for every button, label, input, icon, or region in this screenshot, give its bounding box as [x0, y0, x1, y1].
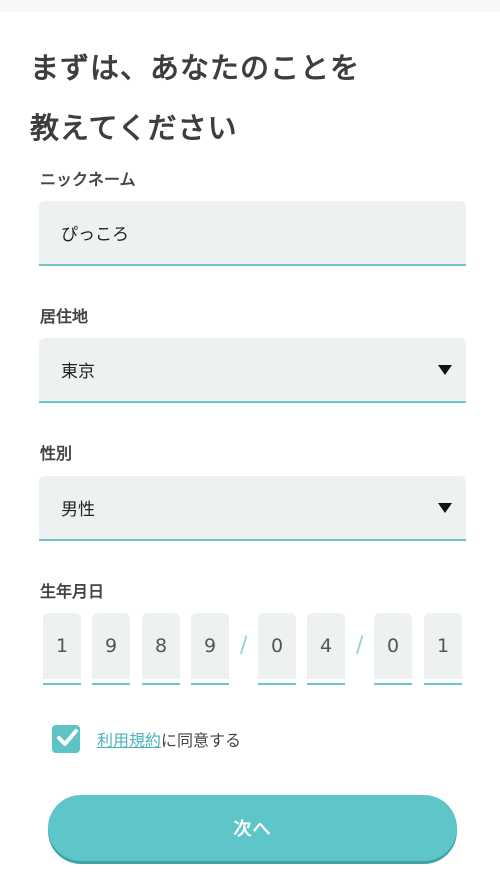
nickname-label: ニックネーム: [40, 170, 136, 189]
page-title-line-2: 教えてください: [30, 111, 238, 145]
digit-value: 1: [424, 613, 462, 679]
digit-value: 9: [92, 613, 130, 679]
page-title-line-1: まずは、あなたのことを: [30, 51, 361, 85]
terms-link[interactable]: 利用規約: [97, 727, 161, 751]
birthdate-digit-year-4[interactable]: 9: [191, 613, 229, 685]
digit-value: 1: [43, 613, 81, 679]
nickname-value: ぴっころ: [61, 225, 129, 245]
gender-select[interactable]: 男性: [39, 476, 466, 541]
birthdate-digit-day-2[interactable]: 1: [424, 613, 462, 685]
residence-value: 東京: [61, 362, 95, 382]
digit-value: 9: [191, 613, 229, 679]
birthdate-digit-year-2[interactable]: 9: [92, 613, 130, 685]
birthdate-digit-month-1[interactable]: 0: [258, 613, 296, 685]
birthdate-input: 1 9 8 9 / 0 4 / 0 1: [0, 613, 500, 693]
terms-checkbox[interactable]: [52, 725, 80, 753]
next-button[interactable]: 次へ: [48, 795, 457, 861]
birthdate-digit-year-1[interactable]: 1: [43, 613, 81, 685]
digit-value: 8: [142, 613, 180, 679]
nickname-input[interactable]: ぴっころ: [39, 201, 466, 266]
digit-value: 0: [258, 613, 296, 679]
status-bar-area: [0, 0, 500, 12]
birthdate-digit-month-2[interactable]: 4: [307, 613, 345, 685]
terms-agree-text: に同意する: [161, 731, 242, 750]
terms-agreement: 利用規約 に同意する: [52, 724, 241, 754]
checkmark-icon: [57, 729, 78, 746]
next-button-label: 次へ: [233, 819, 272, 840]
gender-label: 性別: [40, 444, 73, 463]
birthdate-digit-year-3[interactable]: 8: [142, 613, 180, 685]
date-separator: /: [240, 633, 248, 658]
date-separator: /: [356, 633, 364, 658]
dropdown-arrow-icon: [438, 502, 452, 513]
digit-value: 0: [374, 613, 412, 679]
dropdown-arrow-icon: [438, 364, 452, 375]
residence-select[interactable]: 東京: [39, 338, 466, 403]
digit-value: 4: [307, 613, 345, 679]
gender-value: 男性: [61, 500, 95, 520]
birthdate-label: 生年月日: [40, 582, 105, 601]
residence-label: 居住地: [40, 307, 89, 326]
page-title: まずは、あなたのことを 教えてください: [30, 38, 470, 158]
birthdate-digit-day-1[interactable]: 0: [374, 613, 412, 685]
